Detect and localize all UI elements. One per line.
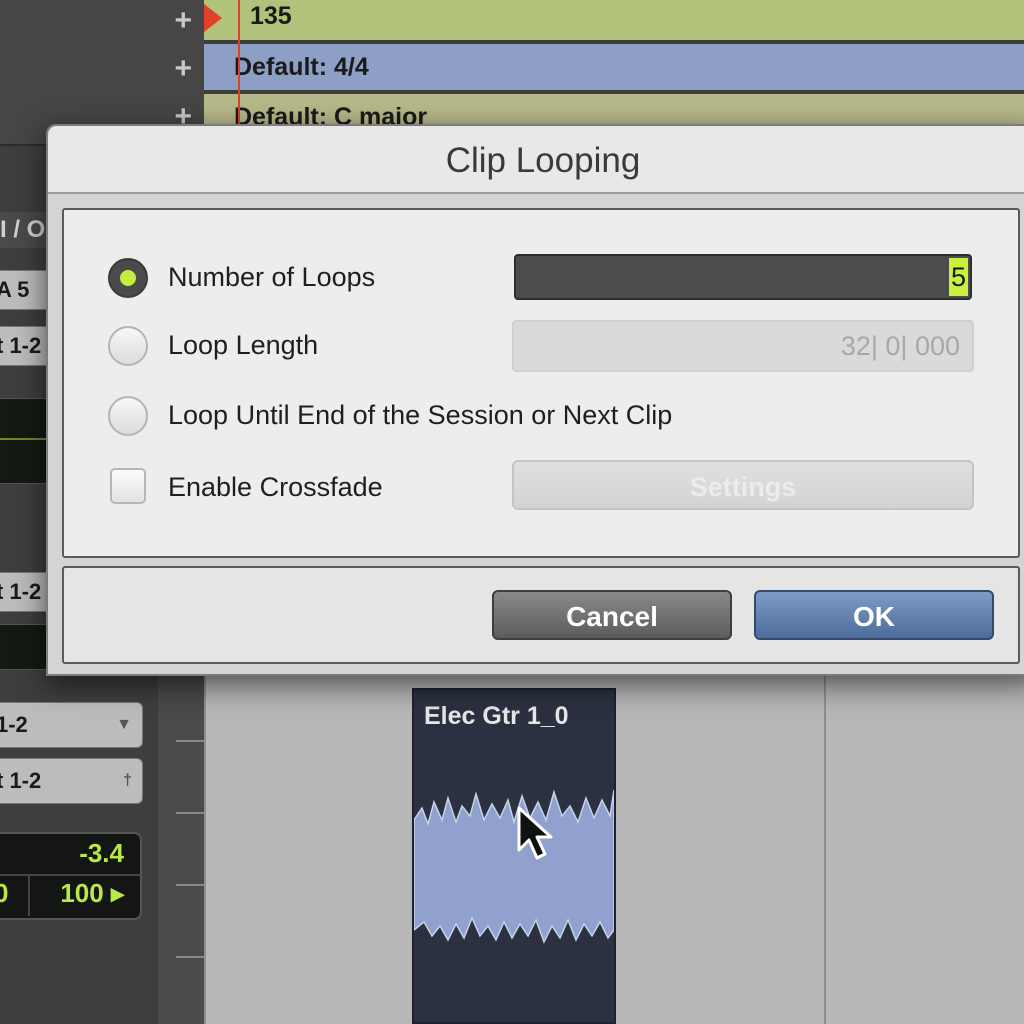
track-output-label: 1-2 bbox=[0, 712, 28, 737]
io-column-header: I / O bbox=[0, 212, 50, 248]
add-tempo-plus-icon[interactable]: + bbox=[174, 6, 192, 36]
bar-grid-line bbox=[824, 660, 826, 1024]
chevron-down-icon: ▼ bbox=[116, 716, 132, 733]
volume-value: -3.4 bbox=[79, 838, 124, 868]
cancel-button[interactable]: Cancel bbox=[492, 590, 732, 640]
scale-tick bbox=[176, 884, 204, 886]
scale-tick bbox=[176, 812, 204, 814]
output-selector-2[interactable]: t 1-2 bbox=[0, 572, 51, 612]
audio-clip[interactable]: Elec Gtr 1_0 bbox=[412, 688, 616, 1024]
dialog-title: Clip Looping bbox=[48, 126, 1024, 194]
scale-tick bbox=[176, 956, 204, 958]
pin-icon: † bbox=[123, 772, 132, 789]
meter-ruler-header: + bbox=[0, 48, 204, 98]
track-send-selector[interactable]: t 1-2 † bbox=[0, 758, 143, 804]
meter-level-line bbox=[0, 438, 50, 440]
pan-right-value: 100 ▸ bbox=[60, 878, 124, 908]
dialog-footer: Cancel OK bbox=[62, 566, 1020, 664]
input-selector[interactable]: A 5 bbox=[0, 270, 51, 310]
ok-button[interactable]: OK bbox=[754, 590, 994, 640]
divider bbox=[0, 874, 140, 876]
track-send-label: t 1-2 bbox=[0, 768, 42, 793]
number-of-loops-value: 5 bbox=[948, 258, 968, 296]
clip-name: Elec Gtr 1_0 bbox=[424, 702, 569, 730]
loop-length-input[interactable]: 32| 0| 000 bbox=[512, 320, 974, 372]
loop-length-label: Loop Length bbox=[168, 330, 319, 360]
arrow-cursor-icon bbox=[517, 806, 553, 860]
enable-crossfade-label: Enable Crossfade bbox=[168, 472, 383, 502]
clip-looping-dialog: Clip Looping Number of Loops 5 Loop Leng… bbox=[46, 124, 1024, 676]
loop-until-end-label: Loop Until End of the Session or Next Cl… bbox=[168, 400, 673, 430]
loop-options-panel: Number of Loops 5 Loop Length 32| 0| 000… bbox=[62, 208, 1020, 558]
track-output-selector[interactable]: 1-2 ▼ bbox=[0, 702, 143, 748]
level-meter-2 bbox=[0, 624, 51, 670]
clip-waveform bbox=[414, 789, 614, 944]
loop-until-end-radio[interactable] bbox=[108, 396, 148, 436]
playhead-line bbox=[238, 0, 240, 130]
pan-left-value: 0 bbox=[0, 878, 9, 908]
add-meter-plus-icon[interactable]: + bbox=[174, 54, 192, 84]
tempo-ruler-header: + bbox=[0, 0, 204, 50]
pro-tools-edit-window: + + + I / O A 5 t 1-2 t 1-2 1-2 ▼ t 1-2 … bbox=[0, 0, 1024, 1024]
meter-ruler[interactable]: Default: 4/4 bbox=[204, 44, 1024, 90]
output-selector[interactable]: t 1-2 bbox=[0, 326, 51, 366]
divider bbox=[28, 876, 30, 916]
number-of-loops-label: Number of Loops bbox=[168, 262, 376, 292]
scale-tick bbox=[176, 740, 204, 742]
edit-gutter bbox=[158, 660, 204, 1024]
number-of-loops-input[interactable]: 5 bbox=[514, 254, 972, 300]
volume-pan-display[interactable]: -3.4 0 100 ▸ bbox=[0, 832, 142, 920]
crossfade-settings-button[interactable]: Settings bbox=[512, 460, 974, 510]
bar-grid-line bbox=[204, 660, 206, 1024]
radio-selected-dot bbox=[120, 270, 136, 286]
meter-value: Default: 4/4 bbox=[234, 53, 369, 81]
level-meter bbox=[0, 398, 51, 484]
tempo-ruler[interactable]: 135 bbox=[204, 0, 1024, 40]
tempo-value: 135 bbox=[250, 2, 292, 30]
enable-crossfade-checkbox[interactable] bbox=[110, 468, 146, 504]
loop-length-radio[interactable] bbox=[108, 326, 148, 366]
waveform-fill bbox=[414, 789, 614, 944]
triangle-marker-icon[interactable] bbox=[204, 4, 222, 32]
number-of-loops-radio[interactable] bbox=[108, 258, 148, 298]
